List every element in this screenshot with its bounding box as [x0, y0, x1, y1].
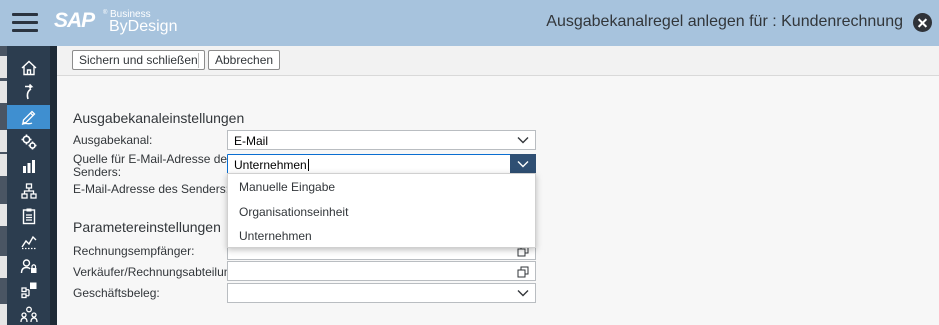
edit-icon [21, 110, 35, 126]
sender-source-label-line1: Quelle für E-Mail-Adresse des [73, 152, 234, 166]
output-channel-value: E-Mail [234, 134, 269, 148]
nav-item-edit[interactable] [7, 105, 50, 129]
value-help-icon[interactable] [517, 266, 529, 278]
logo-sap-text: SAP [54, 9, 95, 32]
output-channel-label: Ausgabekanal: [73, 133, 153, 147]
sender-source-dropdown-button[interactable] [510, 154, 536, 174]
menu-icon[interactable] [12, 11, 38, 33]
page-title: Ausgabekanalregel anlegen für : Kundenre… [546, 13, 903, 30]
seller-billing-unit-field[interactable] [227, 261, 536, 281]
action-toolbar: Sichern und schließen Abbrechen [57, 46, 939, 76]
settings-icon [21, 134, 36, 150]
hierarchy-icon [20, 183, 37, 199]
user-lock-icon [20, 259, 36, 274]
refresh-icon [24, 83, 33, 100]
sender-source-select[interactable]: Unternehmen [227, 154, 536, 174]
nav-strip-segment [0, 56, 7, 78]
nav-item-reports[interactable] [7, 154, 50, 178]
logo-registered-mark: ® [103, 10, 108, 16]
close-icon[interactable] [913, 13, 932, 32]
line-chart-icon [20, 235, 36, 250]
chevron-down-icon [517, 137, 529, 144]
nav-gutter [50, 46, 57, 325]
sender-source-input[interactable]: Unternehmen [234, 158, 309, 172]
nav-item-settings[interactable] [7, 130, 50, 154]
nav-item-refresh[interactable] [7, 80, 50, 104]
nav-item-hierarchy[interactable] [7, 179, 50, 203]
nav-item-people[interactable] [7, 302, 50, 325]
text-cursor [307, 159, 309, 171]
dropdown-option-manual-entry[interactable]: Manuelle Eingabe [228, 175, 535, 199]
chevron-down-icon [517, 161, 529, 168]
nav-strip-segment [0, 81, 7, 103]
business-document-label: Geschäftsbeleg: [73, 286, 160, 300]
dropdown-option-company[interactable]: Unternehmen [228, 224, 535, 248]
bar-chart-icon [22, 160, 35, 173]
clipboard-icon [22, 208, 35, 225]
nav-strip-segment [0, 204, 7, 226]
sender-source-value: Unternehmen [234, 158, 307, 172]
output-channel-dropdown-button[interactable] [511, 131, 535, 149]
nav-strip-segment [0, 154, 7, 176]
cancel-button[interactable]: Abbrechen [208, 50, 281, 70]
sender-email-label: E-Mail-Adresse des Senders: [73, 182, 230, 196]
people-icon [19, 306, 38, 323]
nav-item-analytics[interactable] [7, 229, 50, 253]
sap-bydesign-logo: SAP ® Business ByDesign [54, 8, 186, 38]
nav-item-home[interactable] [7, 56, 50, 80]
sender-source-label-line2: Senders: [73, 165, 122, 179]
shell-header: SAP ® Business ByDesign Ausgabekanalrege… [0, 0, 939, 46]
nav-item-clipboard[interactable] [7, 204, 50, 228]
nav-item-user-access[interactable] [7, 254, 50, 278]
nav-strip-segment [0, 304, 7, 325]
business-document-dropdown-button[interactable] [511, 284, 535, 302]
home-icon [21, 60, 36, 76]
invoice-recipient-label: Rechnungsempfänger: [73, 244, 195, 258]
toolbar-separator [198, 53, 199, 68]
dropdown-option-org-unit[interactable]: Organisationseinheit [228, 200, 535, 224]
nav-strip-segment [0, 256, 7, 278]
business-document-select[interactable] [227, 283, 536, 303]
logo-bydesign-text: ByDesign [109, 18, 178, 35]
nav-strip-segment [0, 130, 7, 152]
section-title-channel-settings: Ausgabekanaleinstellungen [73, 110, 245, 126]
sender-source-dropdown-list: Manuelle Eingabe Organisationseinheit Un… [227, 173, 536, 248]
seller-billing-unit-label: Verkäufer/Rechnungsabteilung: [73, 265, 241, 279]
org-chart-icon [20, 282, 36, 299]
save-and-close-button[interactable]: Sichern und schließen [72, 50, 205, 70]
nav-strip [0, 46, 7, 325]
left-navigation [0, 46, 57, 325]
section-title-parameter-settings: Parametereinstellungen [73, 219, 221, 235]
chevron-down-icon [517, 290, 529, 297]
nav-item-org-report[interactable] [7, 278, 50, 302]
output-channel-select[interactable]: E-Mail [227, 130, 536, 150]
sender-source-label: Quelle für E-Mail-Adresse des Senders: [73, 153, 233, 178]
